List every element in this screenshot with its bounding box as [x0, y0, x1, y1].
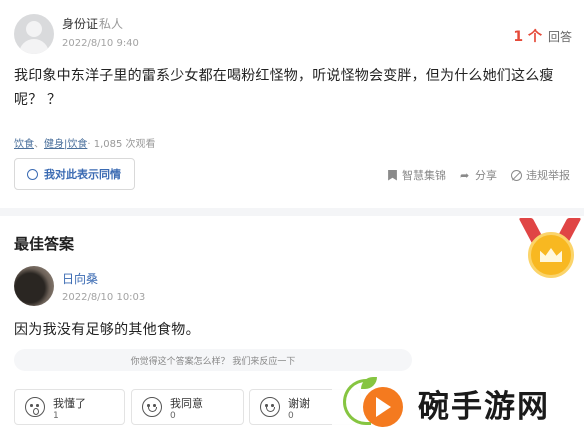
site-watermark: 碗手游网 — [332, 371, 584, 435]
report-label: 违规举报 — [526, 169, 570, 182]
reaction-label: 谢谢 — [288, 397, 310, 410]
reaction-understood-button[interactable]: 我懂了 1 — [14, 389, 125, 425]
collect-label: 智慧集锦 — [402, 169, 446, 182]
smile-icon — [27, 168, 38, 180]
tag-separator: 、 — [34, 139, 44, 150]
surprised-face-icon — [25, 397, 45, 417]
play-icon — [376, 397, 391, 417]
section-divider — [0, 208, 584, 216]
sympathy-button-label: 我对此表示同情 — [44, 168, 121, 181]
asker-name-text: 身份证 — [62, 17, 99, 31]
happy-face-icon — [260, 397, 280, 417]
share-button[interactable]: ➦ 分享 — [460, 167, 497, 183]
sympathy-button[interactable]: 我对此表示同情 — [14, 158, 135, 190]
asker-name[interactable]: 身份证私人 — [62, 15, 123, 32]
tag-diet[interactable]: 饮食 — [14, 139, 34, 150]
answer-count-label: 回答 — [547, 30, 572, 44]
bookmark-icon — [388, 169, 397, 181]
share-icon: ➦ — [460, 168, 470, 182]
reaction-label: 我懂了 — [53, 397, 86, 410]
tags-row: 饮食、健身|饮食· 1,085 次观看 — [14, 135, 156, 150]
avatar-body-shape — [19, 39, 49, 54]
answer-count[interactable]: 1 个回答 — [513, 26, 572, 46]
question-actions: 智慧集锦 ➦ 分享 违规举报 — [387, 167, 570, 183]
answer-time: 2022/8/10 10:03 — [62, 292, 146, 303]
crown-icon — [540, 248, 562, 262]
report-icon — [511, 169, 522, 181]
collect-button[interactable]: 智慧集锦 — [387, 167, 446, 183]
reaction-count: 0 — [288, 411, 294, 421]
reaction-agree-button[interactable]: 我同意 0 — [131, 389, 244, 425]
asker-avatar[interactable] — [14, 14, 54, 54]
report-button[interactable]: 违规举报 — [511, 167, 570, 183]
avatar-head-shape — [26, 21, 42, 37]
medal-badge — [518, 216, 582, 280]
medal-coin — [528, 232, 574, 278]
tag-fitness-diet[interactable]: 健身|饮食 — [44, 139, 87, 150]
asker-private-label: 私人 — [99, 17, 124, 31]
reaction-count: 0 — [170, 411, 176, 421]
question-time: 2022/8/10 9:40 — [62, 38, 139, 49]
view-count: · 1,085 次观看 — [87, 139, 156, 150]
site-logo-icon — [335, 377, 405, 433]
smile-face-icon — [142, 397, 162, 417]
answerer-avatar[interactable] — [14, 266, 54, 306]
best-answer-title: 最佳答案 — [14, 235, 75, 253]
answer-text: 因为我没有足够的其他食物。 — [14, 322, 200, 338]
answer-count-number: 1 个 — [513, 29, 542, 45]
watermark-text: 碗手游网 — [418, 389, 550, 425]
share-label: 分享 — [475, 169, 497, 182]
question-card: 身份证私人 2022/8/10 9:40 1 个回答 我印象中东洋子里的雷系少女… — [0, 0, 584, 208]
reaction-count: 1 — [53, 411, 59, 421]
answerer-name[interactable]: 日向桑 — [62, 270, 98, 287]
question-text: 我印象中东洋子里的雷系少女都在喝粉红怪物，听说怪物会变胖，但为什么她们这么瘦呢？… — [14, 68, 554, 108]
reaction-label: 我同意 — [170, 397, 203, 410]
feedback-prompt: 你觉得这个答案怎么样？ 我们来反应一下 — [14, 349, 412, 371]
